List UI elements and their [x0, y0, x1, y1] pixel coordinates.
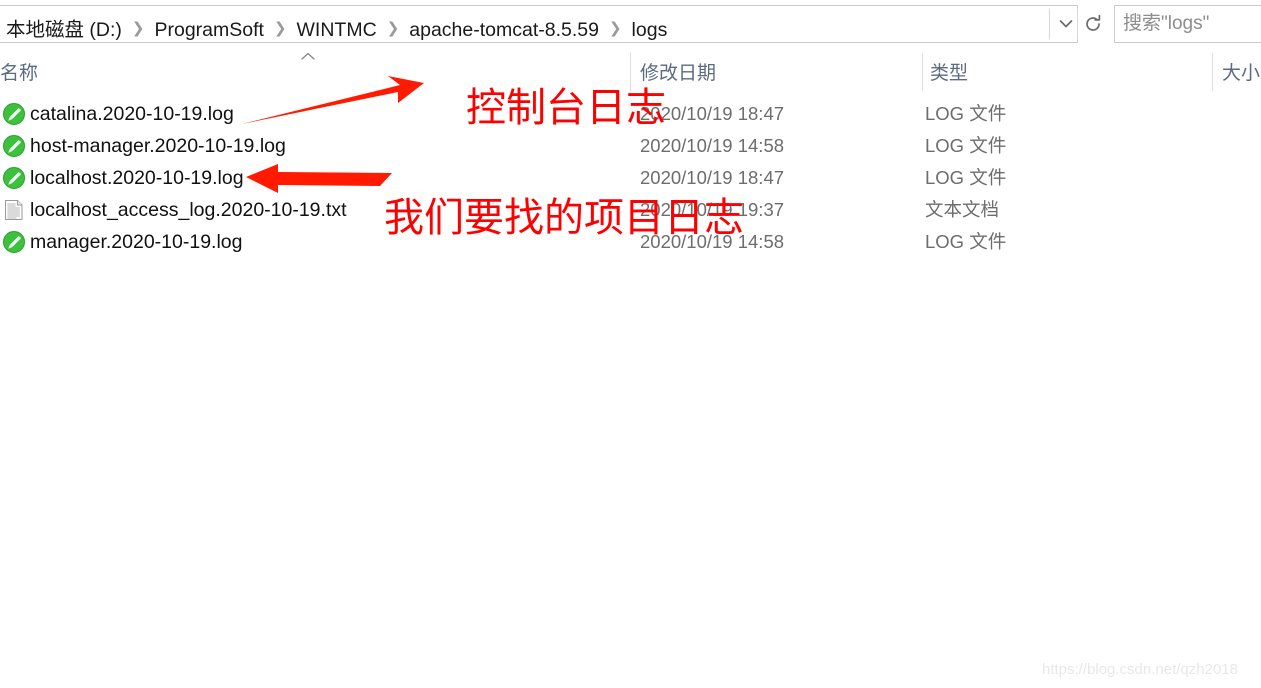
search-input[interactable] [1115, 6, 1261, 42]
file-date-cell: 2020/10/19 18:47 [640, 167, 785, 188]
file-type-cell: LOG 文件 [925, 103, 1007, 124]
column-header-size[interactable]: 大小 [1222, 47, 1260, 95]
file-name-label: localhost.2020-10-19.log [30, 167, 244, 189]
chevron-down-icon[interactable] [1052, 6, 1080, 42]
notepadpp-log-icon [2, 230, 26, 254]
breadcrumb-item-logs[interactable]: logs [631, 15, 669, 45]
column-header-size-label: 大小 [1222, 62, 1261, 84]
notepadpp-log-icon [2, 134, 26, 158]
column-header-name-label: 名称 [0, 62, 39, 84]
file-type-cell: 文本文档 [925, 199, 1000, 220]
chevron-right-icon: ❯ [386, 20, 400, 37]
refresh-icon[interactable] [1079, 6, 1107, 42]
file-name-cell[interactable]: localhost.2020-10-19.log [2, 162, 244, 194]
sort-ascending-icon [300, 48, 316, 66]
search-box[interactable] [1114, 5, 1261, 43]
file-name-cell[interactable]: manager.2020-10-19.log [2, 226, 243, 258]
notepadpp-log-icon [2, 166, 26, 190]
table-row[interactable]: host-manager.2020-10-19.log 2020/10/19 1… [0, 130, 1261, 162]
file-date-cell: 2020/10/19 14:58 [640, 135, 785, 156]
address-path-box[interactable]: 本地磁盘 (D:) ❯ ProgramSoft ❯ WINTMC ❯ apach… [0, 5, 1078, 43]
annotation-console-log: 控制台日志 [466, 85, 666, 131]
breadcrumb-item-wintmc[interactable]: WINTMC [296, 15, 378, 45]
address-divider-2 [1077, 9, 1078, 39]
file-name-cell[interactable]: catalina.2020-10-19.log [2, 98, 234, 130]
annotation-project-log: 我们要找的项目日志 [384, 195, 744, 241]
address-bar: 本地磁盘 (D:) ❯ ProgramSoft ❯ WINTMC ❯ apach… [0, 0, 1261, 47]
column-divider-2[interactable] [922, 53, 923, 91]
column-divider-3[interactable] [1212, 53, 1213, 91]
notepadpp-log-icon [2, 102, 26, 126]
file-name-cell[interactable]: localhost_access_log.2020-10-19.txt [2, 194, 347, 226]
watermark: https://blog.csdn.net/qzh2018 [1042, 661, 1238, 678]
file-name-label: manager.2020-10-19.log [30, 231, 243, 253]
file-type-cell: LOG 文件 [925, 167, 1007, 188]
file-type-cell: LOG 文件 [925, 135, 1007, 156]
table-row[interactable]: localhost.2020-10-19.log 2020/10/19 18:4… [0, 162, 1261, 194]
file-name-label: host-manager.2020-10-19.log [30, 135, 286, 157]
file-name-label: catalina.2020-10-19.log [30, 103, 234, 125]
file-name-label: localhost_access_log.2020-10-19.txt [30, 199, 347, 221]
text-document-icon [2, 198, 26, 222]
column-header-date-label: 修改日期 [640, 62, 717, 84]
file-type-cell: LOG 文件 [925, 231, 1007, 252]
column-header-type-label: 类型 [930, 62, 969, 84]
breadcrumb: 本地磁盘 (D:) ❯ ProgramSoft ❯ WINTMC ❯ apach… [5, 15, 668, 45]
breadcrumb-item-programsoft[interactable]: ProgramSoft [153, 15, 264, 45]
chevron-right-icon: ❯ [608, 20, 622, 37]
breadcrumb-item-drive[interactable]: 本地磁盘 (D:) [5, 15, 123, 45]
column-header-type[interactable]: 类型 [930, 47, 968, 95]
chevron-right-icon: ❯ [273, 20, 287, 37]
breadcrumb-item-tomcat[interactable]: apache-tomcat-8.5.59 [408, 15, 600, 45]
chevron-right-icon: ❯ [131, 20, 145, 37]
address-divider [1049, 9, 1050, 39]
file-name-cell[interactable]: host-manager.2020-10-19.log [2, 130, 286, 162]
column-header-name[interactable]: 名称 [0, 47, 38, 95]
